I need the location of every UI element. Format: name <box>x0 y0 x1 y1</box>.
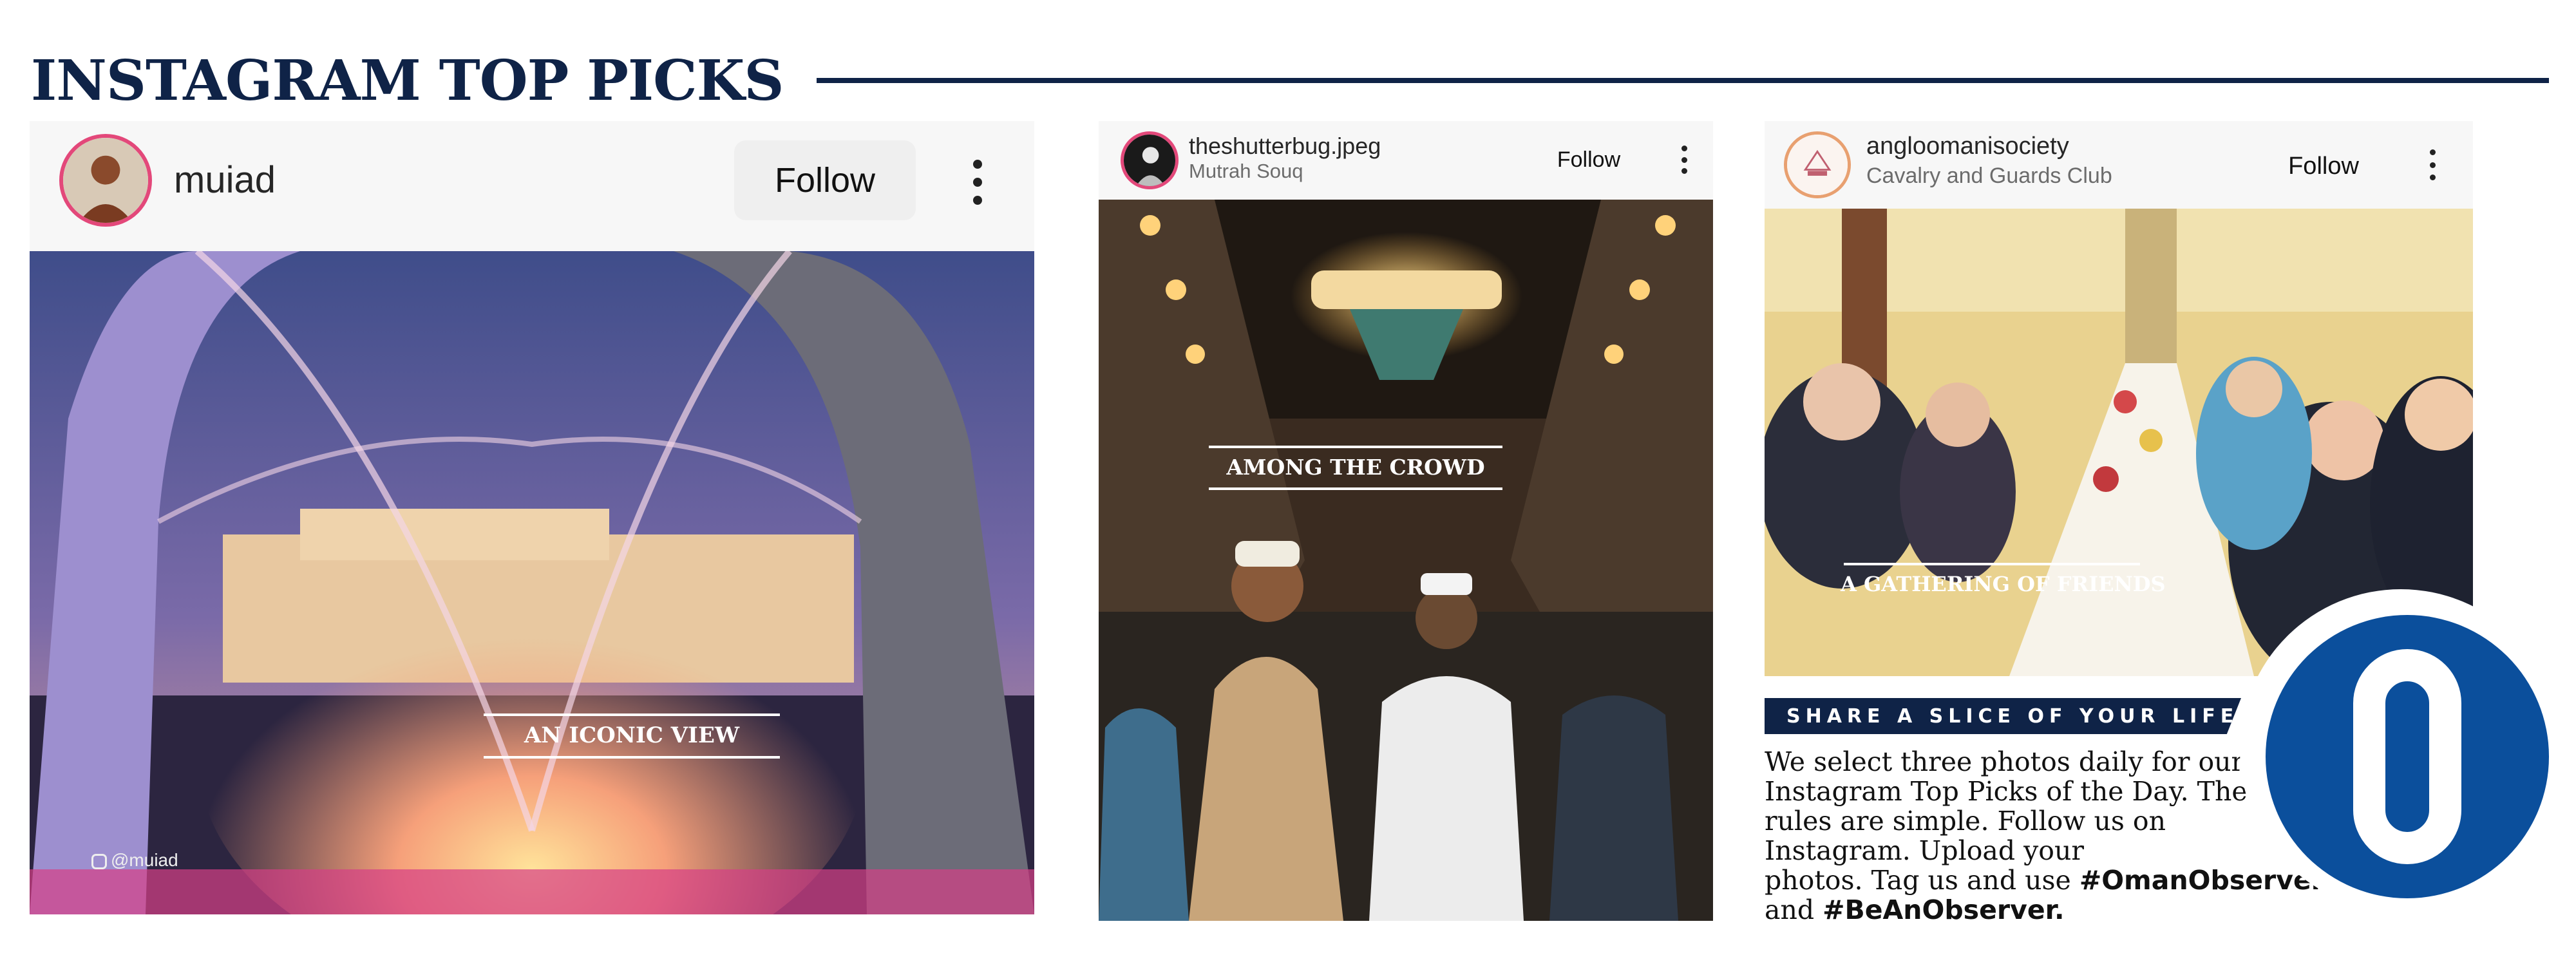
observer-o-logo <box>2240 589 2562 911</box>
promo-line: Instagram Top Picks of the Day. The <box>1765 776 2248 807</box>
post-location[interactable]: Cavalry and Guards Club <box>1866 164 2112 189</box>
hashtag-oman-observer: #OmanObserver <box>2079 865 2325 896</box>
promo-line: rules are simple. Follow us on <box>1765 806 2166 836</box>
society-crest-icon <box>1787 135 1848 195</box>
section-header: INSTAGRAM TOP PICKS <box>31 39 2549 122</box>
instagram-post-theshutterbug: theshutterbug.jpeg Mutrah Souq Follow AM… <box>1099 121 1713 921</box>
post-photo: AN ICONIC VIEW @muiad <box>30 251 1034 914</box>
vertical-ellipsis-icon[interactable] <box>970 160 985 205</box>
photo-caption: A GATHERING OF FRIENDS <box>1841 563 2166 596</box>
photo-caption: AMONG THE CROWD <box>1206 446 1506 490</box>
instagram-icon <box>91 853 107 869</box>
logo-letter-o <box>2353 649 2461 864</box>
vertical-ellipsis-icon[interactable] <box>2429 149 2436 180</box>
post-username[interactable]: theshutterbug.jpeg <box>1189 133 1381 160</box>
logo-disk <box>2266 615 2549 898</box>
promo-line: photos. Tag us and use #OmanObserver <box>1765 865 2325 896</box>
promo-line: Instagram. Upload your <box>1765 835 2084 866</box>
avatar[interactable] <box>1121 131 1179 189</box>
share-banner: SHARE A SLICE OF YOUR LIFE <box>1765 698 2241 734</box>
section-title: INSTAGRAM TOP PICKS <box>31 48 784 113</box>
post-photo: AMONG THE CROWD <box>1099 200 1713 921</box>
avatar-photo <box>1124 135 1175 186</box>
follow-button[interactable]: Follow <box>734 140 916 220</box>
promo-line: and #BeAnObserver. <box>1765 894 2065 925</box>
souq-crowd-scene <box>1099 200 1713 921</box>
avatar-photo <box>63 138 148 223</box>
vertical-ellipsis-icon[interactable] <box>1681 146 1687 174</box>
post-username[interactable]: muiad <box>174 158 276 202</box>
avatar[interactable] <box>1784 131 1851 198</box>
hashtag-be-an-observer: #BeAnObserver. <box>1823 894 2065 925</box>
follow-button[interactable]: Follow <box>1547 140 1631 179</box>
photo-caption: AN ICONIC VIEW <box>480 713 783 759</box>
post-username[interactable]: angloomanisociety <box>1866 133 2069 160</box>
photographer-watermark: @muiad <box>91 850 178 871</box>
promo-body: We select three photos daily for our Ins… <box>1765 747 2325 925</box>
instagram-post-muiad: muiad Follow AN ICONIC VIEW @muiad <box>30 121 1034 914</box>
post-location[interactable]: Mutrah Souq <box>1189 160 1303 183</box>
avatar[interactable] <box>59 134 152 227</box>
fountain-arch-scene <box>30 251 1034 914</box>
title-rule <box>817 78 2549 83</box>
follow-button[interactable]: Follow <box>2278 146 2369 187</box>
